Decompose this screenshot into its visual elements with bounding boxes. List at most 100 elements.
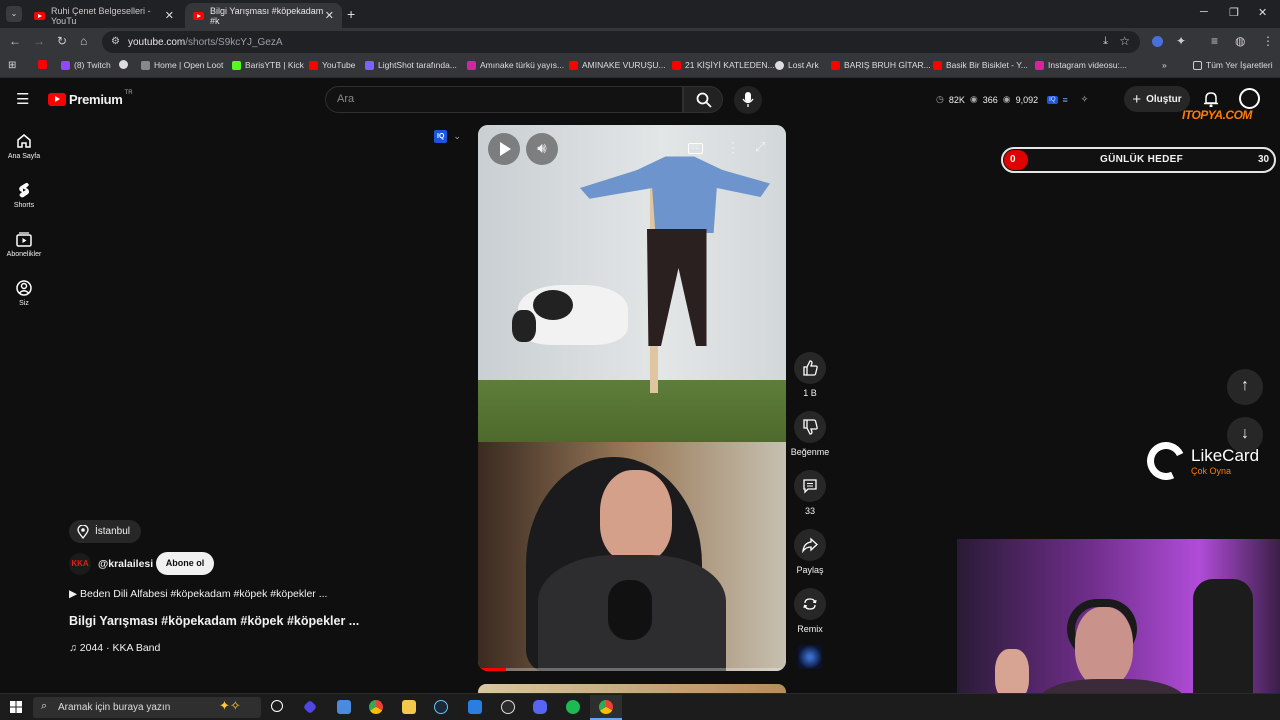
nav-subscriptions[interactable]: Abonelikler xyxy=(0,230,48,258)
progress-bar[interactable] xyxy=(478,668,786,671)
video-title[interactable]: Bilgi Yarışması #köpekadam #köpek #köpek… xyxy=(69,614,359,628)
stat-watching: 366 xyxy=(982,94,998,105)
back-icon[interactable]: ← xyxy=(9,34,21,48)
extension-icon[interactable]: ✧ xyxy=(1081,94,1089,105)
browser-tab[interactable]: Ruhi Çenet Belgeselleri - YouTu ✕ xyxy=(26,3,182,28)
discord-icon[interactable] xyxy=(533,700,547,714)
bookmark-item[interactable]: BARIŞ BRUH GİTAR... xyxy=(831,60,931,70)
dislike-button[interactable] xyxy=(794,411,826,443)
iq-extension-icon[interactable]: IQ xyxy=(1047,95,1058,104)
search-button[interactable] xyxy=(683,86,723,113)
search-input[interactable]: Ara xyxy=(325,86,683,113)
browser-tab-active[interactable]: Bilgi Yarışması #köpekadam #k ✕ xyxy=(185,3,342,28)
install-app-icon[interactable]: ⤓ xyxy=(1103,35,1108,48)
bookmark-item[interactable]: Home | Open Loot xyxy=(141,60,223,70)
chrome-icon[interactable] xyxy=(369,700,383,714)
store-icon[interactable] xyxy=(337,700,351,714)
sound-thumbnail[interactable] xyxy=(798,645,822,669)
subscribe-button[interactable]: Abone ol xyxy=(156,552,214,575)
taskbar-search-input[interactable]: ⌕ Aramak için buraya yazın ✦✧ xyxy=(33,697,261,718)
menu-hamburger-icon[interactable]: ☰ xyxy=(16,90,29,108)
app-icon[interactable] xyxy=(302,699,318,715)
volume-button[interactable]: 🔊︎ xyxy=(526,133,558,165)
play-button[interactable] xyxy=(488,133,520,165)
like-count: 1 B xyxy=(803,388,817,398)
logo-text: Premium xyxy=(69,92,123,107)
extension-icon[interactable] xyxy=(1152,36,1163,47)
more-bookmarks-icon[interactable]: » xyxy=(1162,60,1167,70)
video-scene-wall xyxy=(478,125,786,385)
location-chip[interactable]: İstanbul xyxy=(69,520,142,543)
channel-name[interactable]: @kralailesi xyxy=(98,558,153,570)
nav-home[interactable]: Ana Sayfa xyxy=(0,132,48,160)
comments-button[interactable] xyxy=(794,470,826,502)
video-scene-grass xyxy=(478,380,786,442)
notifications-bell-icon[interactable] xyxy=(1203,91,1219,107)
openloot-icon xyxy=(141,60,150,70)
share-button[interactable] xyxy=(794,529,826,561)
nav-shorts[interactable]: Shorts xyxy=(0,181,48,209)
bookmark-chrome[interactable] xyxy=(119,60,132,69)
minimize-icon[interactable]: ─ xyxy=(1200,6,1208,18)
captions-icon[interactable]: CC xyxy=(688,143,703,154)
address-bar[interactable]: ⚙ youtube.com /shorts/S9kcYJ_GezA ⤓ ☆ xyxy=(102,31,1140,53)
home-icon[interactable]: ⌂ xyxy=(80,34,87,48)
extensions-puzzle-icon[interactable]: ✦ xyxy=(1176,34,1186,48)
forward-icon[interactable]: → xyxy=(33,34,45,48)
lightshot-icon xyxy=(365,60,374,70)
more-options-icon[interactable]: ⋮ xyxy=(726,139,740,156)
list-icon[interactable]: ≡ xyxy=(1063,95,1068,105)
music-link[interactable]: ♫ 2044 · KKA Band xyxy=(69,642,160,654)
playlist-link[interactable]: ▶ Beden Dili Alfabesi #köpekadam #köpek … xyxy=(69,588,327,600)
likecard-tagline: Çok Oyna xyxy=(1191,466,1232,476)
avatar[interactable] xyxy=(1239,88,1260,109)
close-tab-icon[interactable]: ✕ xyxy=(325,9,334,22)
site-info-icon[interactable]: ⚙ xyxy=(111,36,120,47)
app-icon[interactable] xyxy=(468,700,482,714)
bookmark-youtube[interactable] xyxy=(38,60,51,69)
active-chrome-app[interactable] xyxy=(590,695,622,720)
bookmark-item[interactable]: Lost Ark xyxy=(775,60,819,70)
iq-extension-button[interactable]: IQ ⌄ xyxy=(434,130,461,143)
youtube-logo[interactable]: Premium TR xyxy=(48,90,133,107)
scroll-up-button[interactable]: ↑ xyxy=(1227,369,1263,405)
all-bookmarks-folder[interactable]: Tüm Yer İşaretleri xyxy=(1193,60,1273,70)
task-view-icon[interactable] xyxy=(271,700,283,712)
fullscreen-icon[interactable]: ⤢ xyxy=(755,139,765,155)
bookmark-item[interactable]: YouTube xyxy=(309,60,355,70)
obs-icon[interactable] xyxy=(501,700,515,714)
channel-avatar[interactable]: KKA xyxy=(69,553,91,575)
bookmark-item[interactable]: AMINAKE VURUŞU... xyxy=(569,60,666,70)
reload-icon[interactable]: ↻ xyxy=(57,34,67,48)
bookmark-item[interactable]: Instagram videosu:... xyxy=(1035,60,1127,70)
remix-button[interactable] xyxy=(794,588,826,620)
close-tab-icon[interactable]: ✕ xyxy=(165,9,174,22)
windows-start-icon[interactable] xyxy=(10,701,22,713)
bookmark-item[interactable]: Basik Bir Bisiklet - Y... xyxy=(933,60,1028,70)
bookmarks-bar: ⊞ (8) Twitch Home | Open Loot BarisYTB |… xyxy=(0,56,1280,78)
file-explorer-icon[interactable] xyxy=(402,700,416,714)
bookmark-item[interactable]: Amınake türkü yayıs... xyxy=(467,60,564,70)
window-close-icon[interactable]: ✕ xyxy=(1258,6,1267,19)
instagram-icon xyxy=(467,60,476,70)
nav-you[interactable]: Siz xyxy=(0,279,48,307)
like-button[interactable] xyxy=(794,352,826,384)
apps-grid-icon[interactable]: ⊞ xyxy=(8,60,16,71)
reading-list-icon[interactable]: ≡ xyxy=(1211,34,1218,48)
profile-icon[interactable]: ◍ xyxy=(1235,34,1245,48)
bookmark-item[interactable]: (8) Twitch xyxy=(61,60,111,70)
shorts-video-player[interactable]: 🔊︎ CC ⋮ ⤢ xyxy=(478,125,786,671)
bookmark-star-icon[interactable]: ☆ xyxy=(1119,34,1130,48)
restore-icon[interactable]: ❐ xyxy=(1229,6,1239,19)
bookmark-item[interactable]: 21 KİŞİYİ KATLEDEN... xyxy=(672,60,775,70)
tab-search-chevron-icon[interactable]: ⌄ xyxy=(6,6,22,22)
bookmark-item[interactable]: LightShot tarafında... xyxy=(365,60,457,70)
spotify-icon[interactable] xyxy=(566,700,580,714)
shorts-icon xyxy=(19,182,29,198)
steam-icon[interactable] xyxy=(434,700,448,714)
bookmark-item[interactable]: BarisYTB | Kick xyxy=(232,60,304,70)
browser-menu-icon[interactable]: ⋮ xyxy=(1262,34,1274,48)
new-tab-button[interactable]: + xyxy=(347,6,355,22)
voice-search-button[interactable] xyxy=(734,86,762,114)
create-button[interactable]: + Oluştur xyxy=(1124,86,1190,112)
